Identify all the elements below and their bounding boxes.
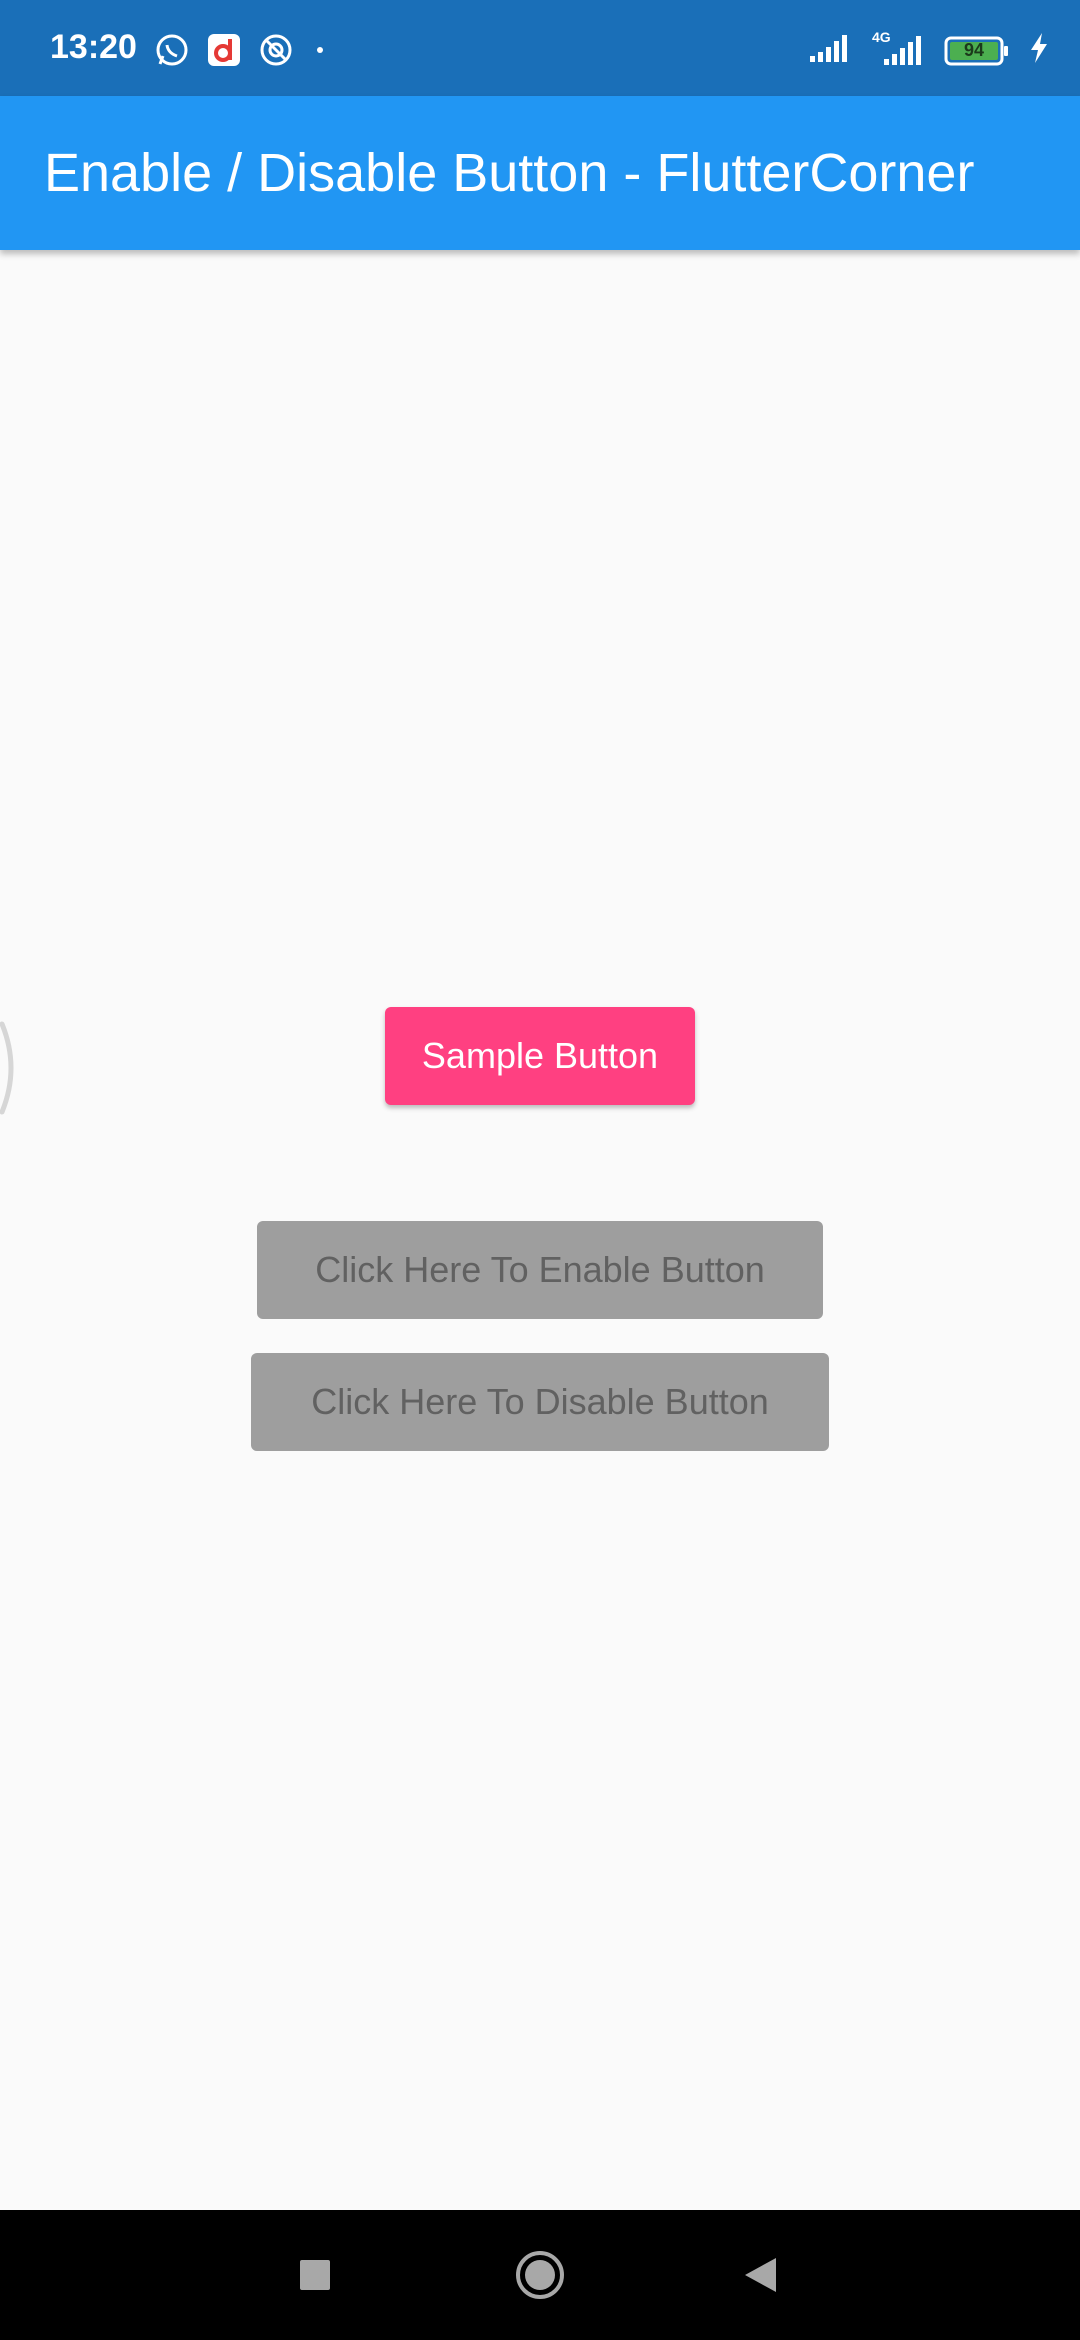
charging-bolt-icon [1028, 31, 1050, 70]
navigation-bar [0, 2210, 1080, 2340]
page-title: Enable / Disable Button - FlutterCorner [44, 143, 975, 203]
sample-button[interactable]: Sample Button [385, 1007, 695, 1105]
dailyhunt-icon [206, 32, 242, 73]
recents-square-icon[interactable] [265, 2210, 365, 2340]
battery-icon: 94 [944, 35, 1010, 67]
status-right-icons: 4G 94 [808, 29, 1050, 71]
edge-gesture-handle[interactable] [0, 1020, 20, 1116]
status-left-icons [154, 32, 330, 73]
app-bar: Enable / Disable Button - FlutterCorner [0, 96, 1080, 250]
battery-level: 94 [963, 39, 985, 60]
signal-4g-icon: 4G [870, 29, 926, 69]
dot-icon [310, 32, 330, 73]
disable-button[interactable]: Click Here To Disable Button [251, 1353, 829, 1451]
back-triangle-icon[interactable] [710, 2210, 810, 2340]
main-content: Sample Button Click Here To Enable Butto… [0, 250, 1080, 2210]
status-time: 13:20 [50, 28, 137, 66]
enable-button[interactable]: Click Here To Enable Button [257, 1221, 823, 1319]
do-not-disturb-app-icon [258, 32, 294, 73]
home-circle-icon[interactable] [490, 2210, 590, 2340]
signal-icon [808, 30, 852, 71]
whatsapp-icon [154, 32, 190, 73]
status-bar: 13:20 4G 94 [0, 0, 1080, 96]
